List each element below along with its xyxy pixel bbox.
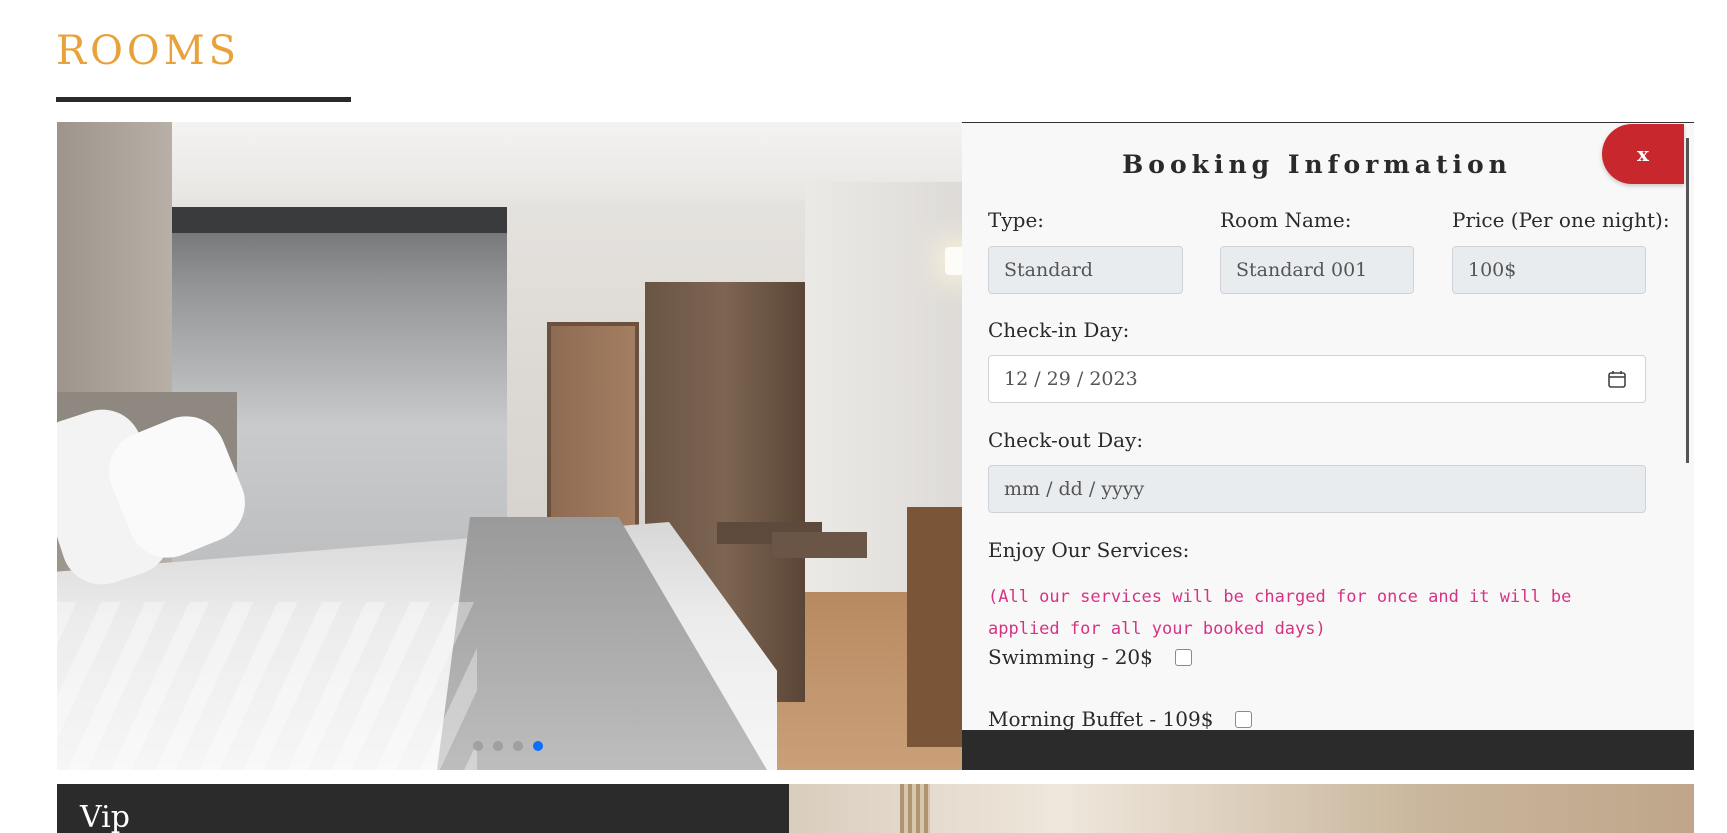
service-item-swimming: Swimming - 20$ — [988, 645, 1192, 669]
swimming-checkbox[interactable] — [1174, 648, 1192, 666]
checkin-date-value: 12 / 29 / 2023 — [1004, 368, 1138, 390]
checkin-date-input[interactable]: 12 / 29 / 2023 — [988, 355, 1646, 403]
title-underline — [56, 97, 351, 102]
checkin-label: Check-in Day: — [988, 318, 1130, 342]
price-label: Price (Per one night): — [1452, 208, 1670, 232]
room-photo — [57, 122, 962, 770]
service-item-morning-buffet: Morning Buffet - 109$ — [988, 707, 1253, 731]
services-label: Enjoy Our Services: — [988, 538, 1190, 562]
service-label: Swimming - 20$ — [988, 645, 1153, 669]
carousel-dot-4-active[interactable] — [533, 741, 543, 751]
type-field: Standard — [988, 246, 1183, 294]
panel-scrollbar[interactable] — [1686, 138, 1689, 463]
booking-footer — [962, 730, 1694, 770]
services-note: (All our services will be charged for on… — [988, 587, 1572, 639]
vip-room-header — [57, 784, 789, 833]
price-field: 100$ — [1452, 246, 1646, 294]
vip-room-title: Vip — [80, 800, 130, 833]
room-name-label: Room Name: — [1220, 208, 1352, 232]
carousel-indicators — [473, 741, 543, 751]
section-title: ROOMS — [56, 28, 241, 74]
booking-title: Booking Information — [1122, 150, 1512, 179]
carousel-dot-1[interactable] — [473, 741, 483, 751]
type-label: Type: — [988, 208, 1045, 232]
room-name-field: Standard 001 — [1220, 246, 1414, 294]
service-label: Morning Buffet - 109$ — [988, 707, 1214, 731]
morning-buffet-checkbox[interactable] — [1235, 710, 1253, 728]
checkout-label: Check-out Day: — [988, 428, 1144, 452]
carousel-dot-2[interactable] — [493, 741, 503, 751]
vip-room-photo-detail — [900, 784, 930, 833]
checkout-date-input[interactable]: mm / dd / yyyy — [988, 465, 1646, 513]
calendar-icon[interactable] — [1607, 369, 1627, 389]
checkout-date-placeholder: mm / dd / yyyy — [1004, 478, 1145, 500]
carousel-dot-3[interactable] — [513, 741, 523, 751]
